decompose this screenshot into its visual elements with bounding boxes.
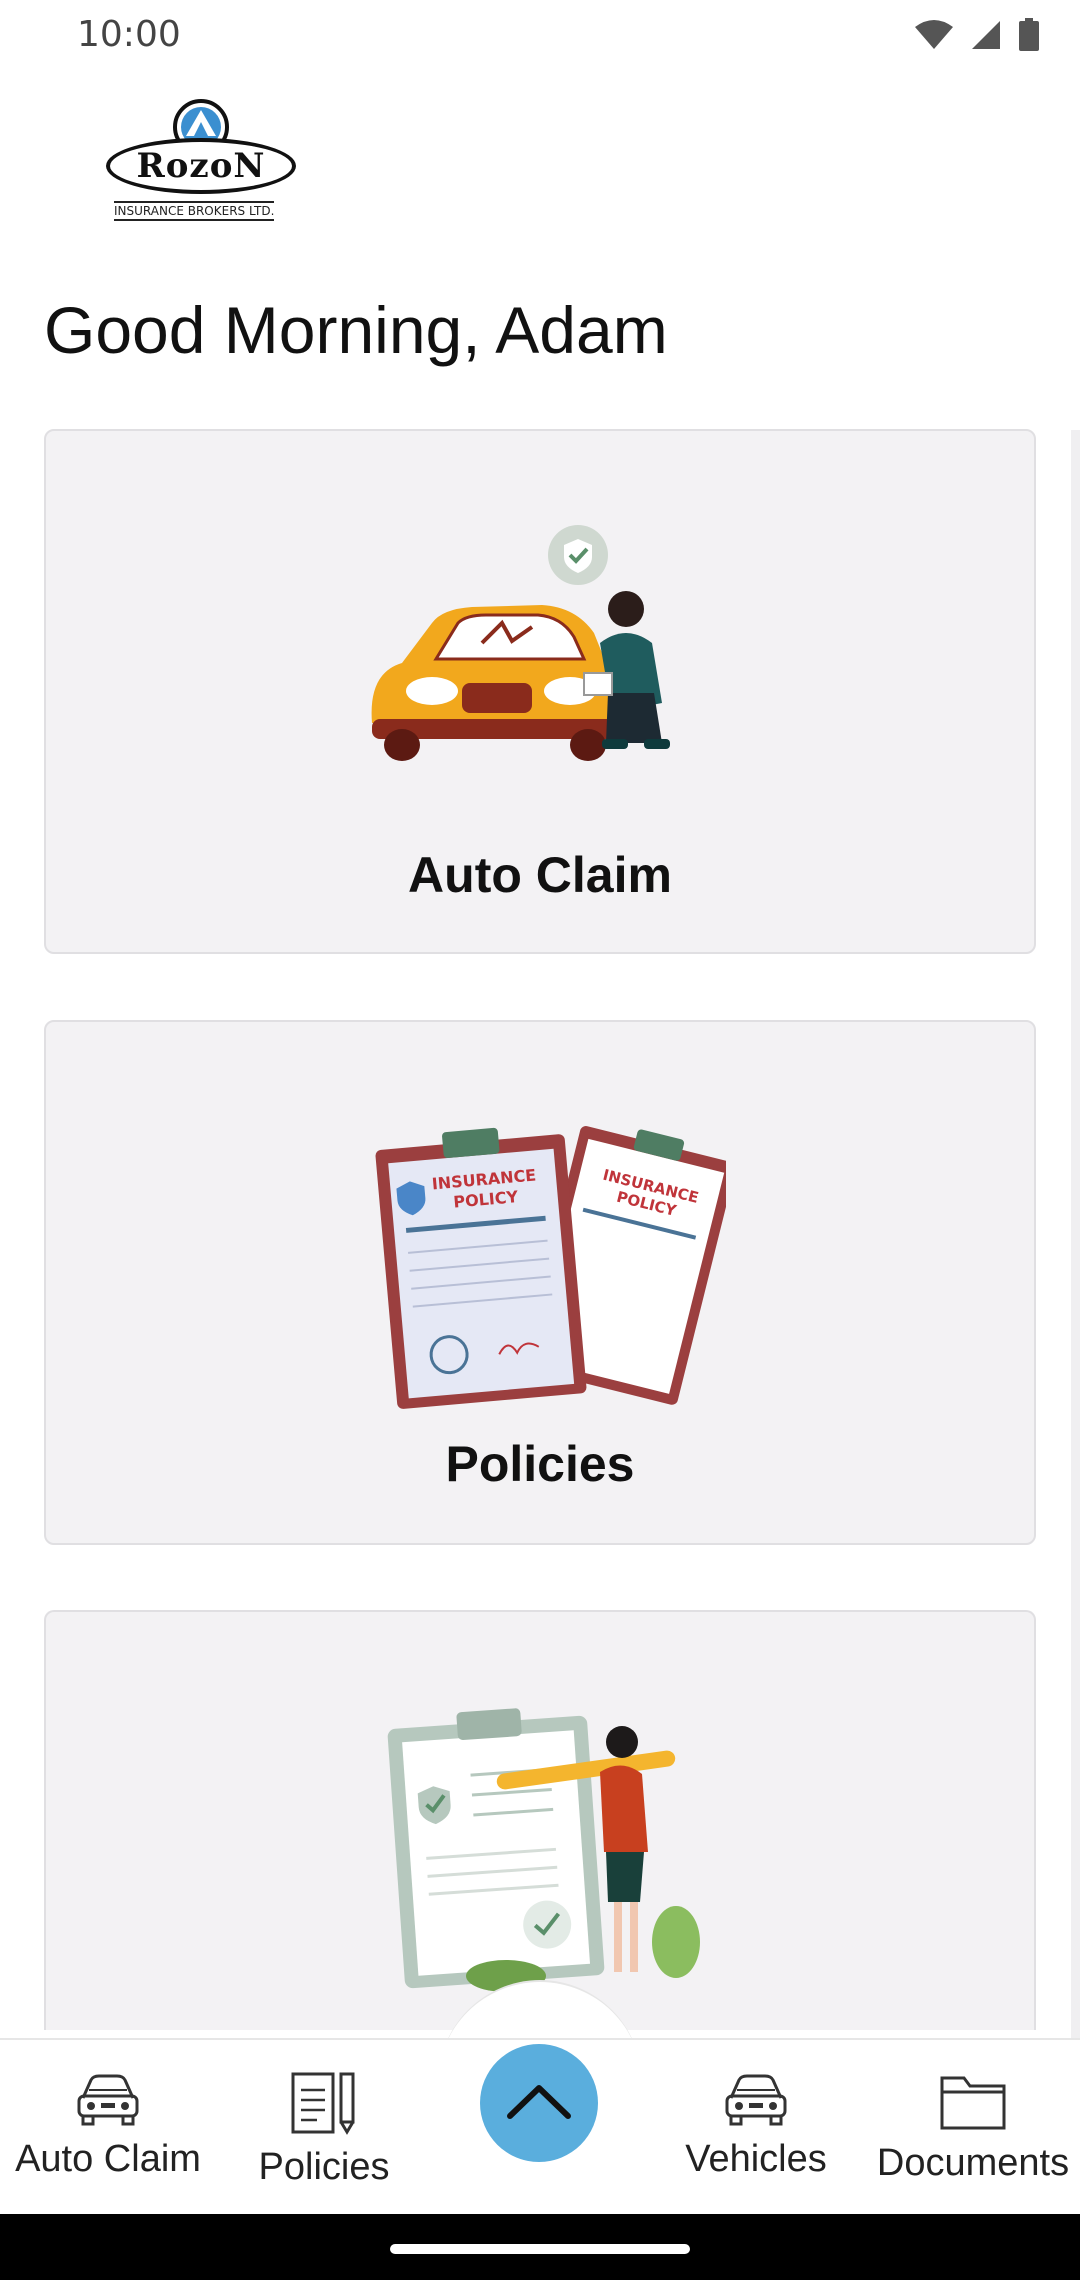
wifi-icon <box>914 19 954 51</box>
car-icon <box>75 2070 141 2132</box>
auto-claim-card[interactable]: Auto Claim <box>44 429 1036 954</box>
nav-label-vehicles: Vehicles <box>685 2138 827 2180</box>
home-gesture-handle[interactable] <box>390 2244 690 2254</box>
checklist-illustration <box>386 1702 706 2006</box>
logo-brand-text: RozoN <box>136 146 266 186</box>
insurance-policy-illustration: INSURANCE POLICY INSURANCE POLICY <box>366 1112 736 1416</box>
folder-icon <box>938 2070 1008 2136</box>
status-time: 10:00 <box>77 14 181 55</box>
checklist-card[interactable] <box>44 1610 1036 2030</box>
battery-icon <box>1018 18 1040 52</box>
rozon-logo: RozoN INSURANCE BROKERS LTD. <box>100 98 304 222</box>
logo-subtitle: INSURANCE BROKERS LTD. <box>114 200 274 222</box>
nav-item-vehicles[interactable]: Vehicles <box>676 2070 836 2181</box>
expand-menu-button[interactable] <box>480 2044 598 2162</box>
system-gesture-bar <box>0 2214 1080 2280</box>
chevron-up-icon <box>504 2080 574 2126</box>
nav-label-documents: Documents <box>876 2142 1070 2184</box>
nav-label-auto-claim: Auto Claim <box>15 2138 201 2180</box>
document-pen-icon <box>289 2070 359 2140</box>
policies-card-title: Policies <box>445 1436 635 1492</box>
policies-card[interactable]: INSURANCE POLICY INSURANCE POLICY Polici… <box>44 1020 1036 1545</box>
auto-claim-card-title: Auto Claim <box>408 847 672 903</box>
status-icons <box>914 18 1040 52</box>
logo-wordmark: RozoN <box>106 138 296 194</box>
car-claim-illustration <box>362 523 722 777</box>
nav-item-policies[interactable]: Policies <box>240 2070 408 2189</box>
scrollbar-track[interactable] <box>1071 430 1080 2040</box>
nav-item-documents[interactable]: Documents <box>866 2070 1080 2185</box>
greeting-heading: Good Morning, Adam <box>44 293 668 367</box>
nav-label-policies: Policies <box>258 2146 390 2188</box>
cellular-signal-icon <box>970 19 1002 51</box>
status-bar: 10:00 <box>0 0 1080 70</box>
car-icon <box>723 2070 789 2132</box>
nav-item-auto-claim[interactable]: Auto Claim <box>6 2070 210 2181</box>
